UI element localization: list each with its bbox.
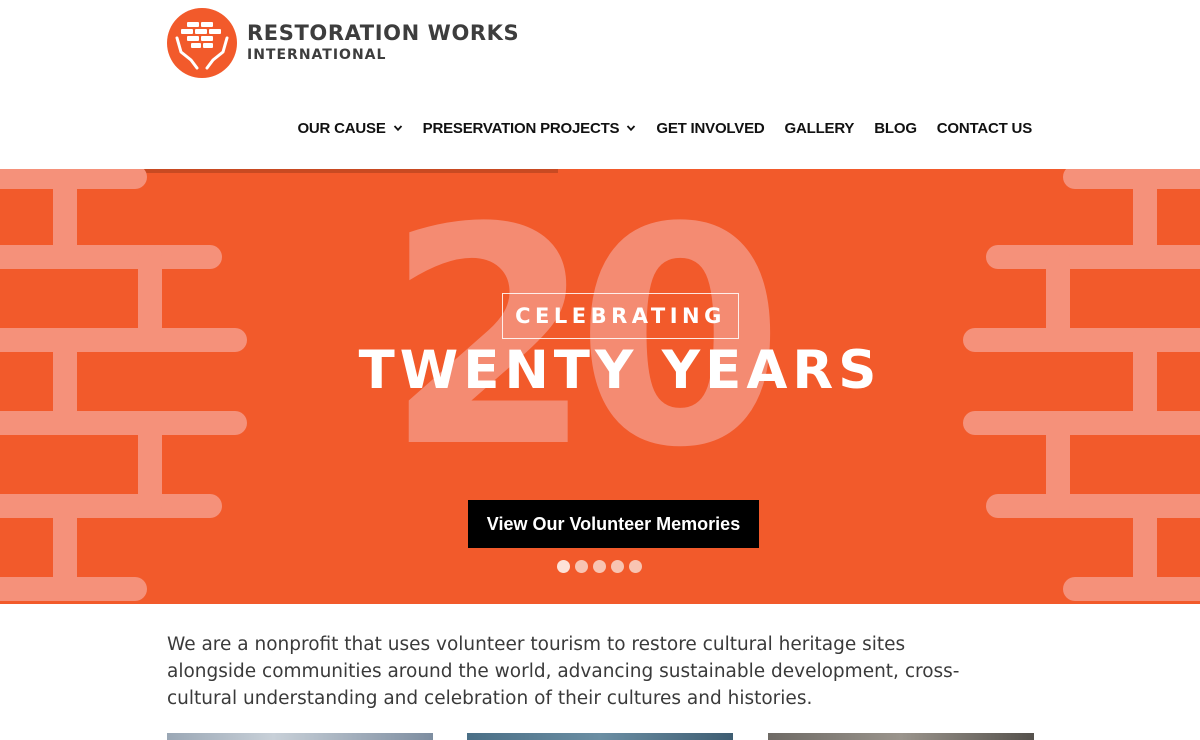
nav-item-contact-us[interactable]: CONTACT US	[937, 116, 1032, 140]
nav-item-preservation-projects[interactable]: PRESERVATION PROJECTS	[423, 116, 637, 140]
slider-pagination	[557, 560, 647, 573]
view-volunteer-memories-button[interactable]: View Our Volunteer Memories	[468, 500, 759, 548]
slider-dot[interactable]	[557, 560, 570, 573]
nav-item-label: GET INVOLVED	[656, 119, 765, 137]
mission-statement: We are a nonprofit that uses volunteer t…	[167, 634, 960, 709]
nav-item-label: GALLERY	[784, 119, 855, 137]
nav-item-label: OUR CAUSE	[297, 119, 386, 137]
slider-dot[interactable]	[575, 560, 588, 573]
nav-item-label: BLOG	[874, 119, 917, 137]
nav-item-label: PRESERVATION PROJECTS	[422, 119, 620, 137]
nav-item-blog[interactable]: BLOG	[874, 116, 917, 140]
nav-item-our-cause[interactable]: OUR CAUSE	[297, 116, 402, 140]
hero-headline: TWENTY YEARS	[358, 340, 882, 401]
logo-subtitle: INTERNATIONAL	[247, 47, 387, 63]
hero-badge: CELEBRATING	[502, 293, 739, 339]
chevron-down-icon	[627, 125, 636, 132]
nav-item-label: CONTACT US	[936, 119, 1032, 137]
brick-hands-logo-icon	[167, 8, 237, 78]
nav-item-gallery[interactable]: GALLERY	[785, 116, 855, 140]
hero-slider: 20 CELEBRATING TWENTY YEARS View Our Vol…	[0, 169, 1200, 604]
site-logo[interactable]: RESTORATION WORKS INTERNATIONAL	[167, 7, 527, 79]
site-header: RESTORATION WORKS INTERNATIONAL OUR CAUS…	[0, 0, 1200, 170]
main-nav: OUR CAUSE PRESERVATION PROJECTS GET INVO…	[277, 116, 1032, 140]
project-photo-2-icon[interactable]	[467, 733, 733, 740]
nav-item-get-involved[interactable]: GET INVOLVED	[656, 116, 764, 140]
slider-dot[interactable]	[593, 560, 606, 573]
logo-title: RESTORATION WORKS	[247, 21, 520, 45]
slider-dot[interactable]	[611, 560, 624, 573]
hero-big-number: 20	[385, 169, 785, 513]
project-photo-3-icon[interactable]	[768, 733, 1034, 740]
chevron-down-icon	[393, 125, 402, 132]
project-photo-1-icon[interactable]	[167, 733, 433, 740]
slider-dot[interactable]	[629, 560, 642, 573]
